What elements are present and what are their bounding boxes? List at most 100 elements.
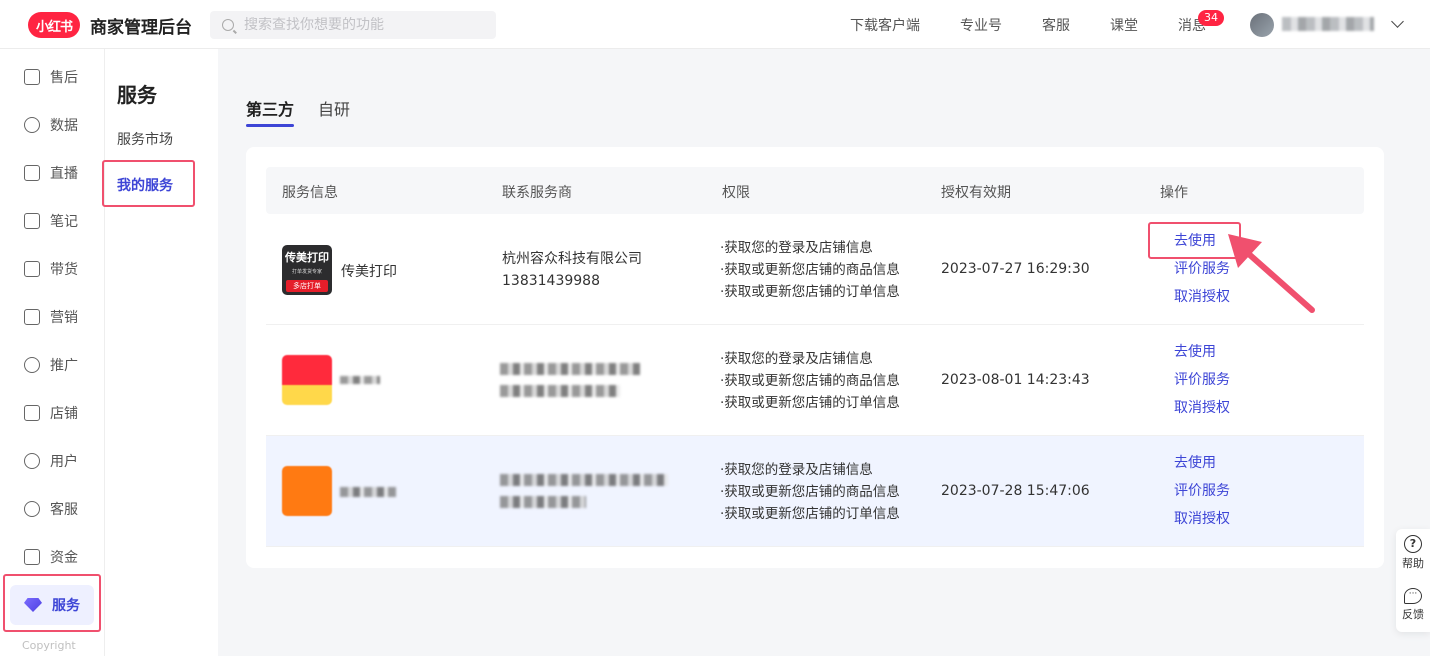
search-input[interactable] [244,17,484,33]
service-name: 传美打印 [341,264,397,280]
sidebar-item-marketing[interactable]: 营销 [0,295,105,339]
sidebar-item-label: 数据 [50,118,78,134]
use-link[interactable]: 去使用 [1174,449,1230,477]
chevron-down-icon[interactable] [1391,15,1404,28]
permission-item: ·获取您的登录及店铺信息 [720,240,873,256]
service-thumbnail: 传美打印 打单发货专家 多店打单 [282,245,332,295]
vendor-phone-blurred [500,496,586,508]
megaphone-icon [24,309,40,325]
sidebar-item-data[interactable]: 数据 [0,103,105,147]
review-link[interactable]: 评价服务 [1174,366,1230,394]
help-label: 帮助 [1402,557,1424,570]
permission-list: ·获取您的登录及店铺信息 ·获取或更新您店铺的商品信息 ·获取或更新您店铺的订单… [720,459,900,525]
user-name-blurred[interactable] [1282,17,1374,31]
row-actions: 去使用 评价服务 取消授权 [1174,338,1230,422]
tab-self-developed[interactable]: 自研 [318,96,350,120]
vendor-name-blurred [500,474,668,486]
sidebar-item-label: 客服 [50,502,78,518]
thumbnail-tag: 多店打单 [286,280,328,292]
sidebar-item-label: 带货 [50,262,78,278]
sidebar-item-notes[interactable]: 笔记 [0,199,105,243]
thumbnail-subtitle: 打单发货专家 [291,269,322,275]
sidebar-item-users[interactable]: 用户 [0,439,105,483]
live-icon [24,165,40,181]
expiry-date: 2023-08-01 14:23:43 [941,372,1090,388]
sidebar-item-selling[interactable]: 带货 [0,247,105,291]
sidebar-item-label: 资金 [50,550,78,566]
service-name-blurred [340,487,396,497]
users-icon [24,453,40,469]
nav-download-client[interactable]: 下载客户端 [850,15,920,35]
avatar[interactable] [1250,13,1274,37]
chart-icon [24,117,40,133]
use-link[interactable]: 去使用 [1174,338,1230,366]
vendor-phone-blurred [500,385,620,397]
app-title: 商家管理后台 [90,18,192,38]
permission-list: ·获取您的登录及店铺信息 ·获取或更新您店铺的商品信息 ·获取或更新您店铺的订单… [720,348,900,414]
sidebar-item-label: 售后 [50,70,78,86]
vendor-info: 杭州容众科技有限公司 13831439988 [502,248,642,292]
expiry-date: 2023-07-28 15:47:06 [941,483,1090,499]
column-header-actions: 操作 [1160,185,1188,201]
table-header [266,167,1364,214]
question-icon: ? [1404,535,1422,553]
permission-item: ·获取您的登录及店铺信息 [720,462,873,478]
bag-icon [24,261,40,277]
review-link[interactable]: 评价服务 [1174,477,1230,505]
sidebar-item-customer-service[interactable]: 客服 [0,487,105,531]
brand-logo[interactable]: 小红书 [28,12,80,38]
feedback-label: 反馈 [1402,608,1424,621]
sidebar-item-label: 笔记 [50,214,78,230]
column-header-expiry: 授权有效期 [941,185,1011,201]
row-actions: 去使用 评价服务 取消授权 [1174,449,1230,533]
search-icon [222,19,234,31]
service-thumbnail [282,355,332,405]
promote-icon [24,357,40,373]
nav-customer-service[interactable]: 客服 [1042,15,1070,35]
review-link[interactable]: 评价服务 [1174,255,1230,283]
sidebar-item-funds[interactable]: 资金 [0,535,105,579]
sidebar-item-label: 营销 [50,310,78,326]
main-sidebar: 售后 数据 直播 笔记 带货 营销 推广 店铺 用户 客服 资金 服务 [0,49,105,656]
permission-item: ·获取或更新您店铺的商品信息 [720,262,900,278]
top-bar: 小红书 商家管理后台 下载客户端 专业号 客服 课堂 消息 34 [0,0,1430,49]
service-thumbnail [282,466,332,516]
floating-help-panel: ? 帮助 ··· 反馈 [1396,529,1430,632]
permission-item: ·获取或更新您店铺的订单信息 [720,284,900,300]
permission-item: ·获取或更新您店铺的订单信息 [720,506,900,522]
search-box[interactable] [210,11,496,39]
sidebar-item-label: 直播 [50,166,78,182]
thumbnail-title: 传美打印 [285,251,329,264]
revoke-link[interactable]: 取消授权 [1174,394,1230,422]
after-sale-icon [24,69,40,85]
permission-list: ·获取您的登录及店铺信息 ·获取或更新您店铺的商品信息 ·获取或更新您店铺的订单… [720,237,900,303]
sidebar-item-store[interactable]: 店铺 [0,391,105,435]
revoke-link[interactable]: 取消授权 [1174,283,1230,311]
service-name-blurred [340,376,380,384]
nav-classroom[interactable]: 课堂 [1110,15,1138,35]
sidebar-item-after-sale[interactable]: 售后 [0,55,105,99]
feedback-button[interactable]: ··· 反馈 [1396,588,1430,622]
vendor-name: 杭州容众科技有限公司 [502,251,642,267]
sidebar-item-live[interactable]: 直播 [0,151,105,195]
sidebar-item-label: 用户 [50,454,78,470]
subnav-title: 服务 [117,83,157,107]
store-icon [24,405,40,421]
nav-pro-account[interactable]: 专业号 [960,15,1002,35]
tab-third-party[interactable]: 第三方 [246,96,294,120]
sidebar-item-label: 推广 [50,358,78,374]
vendor-name-blurred [500,363,640,375]
permission-item: ·获取或更新您店铺的订单信息 [720,395,900,411]
active-tab-indicator [246,124,294,127]
column-header-vendor: 联系服务商 [502,185,572,201]
permission-item: ·获取或更新您店铺的商品信息 [720,484,900,500]
chat-icon [24,501,40,517]
revoke-link[interactable]: 取消授权 [1174,505,1230,533]
sidebar-item-promotion[interactable]: 推广 [0,343,105,387]
subnav-item-service-market[interactable]: 服务市场 [117,129,173,149]
message-count-badge: 34 [1198,10,1224,26]
chat-bubble-icon: ··· [1404,588,1422,604]
column-header-service-info: 服务信息 [282,185,338,201]
help-button[interactable]: ? 帮助 [1396,535,1430,571]
annotation-arrow-icon [1228,234,1315,313]
